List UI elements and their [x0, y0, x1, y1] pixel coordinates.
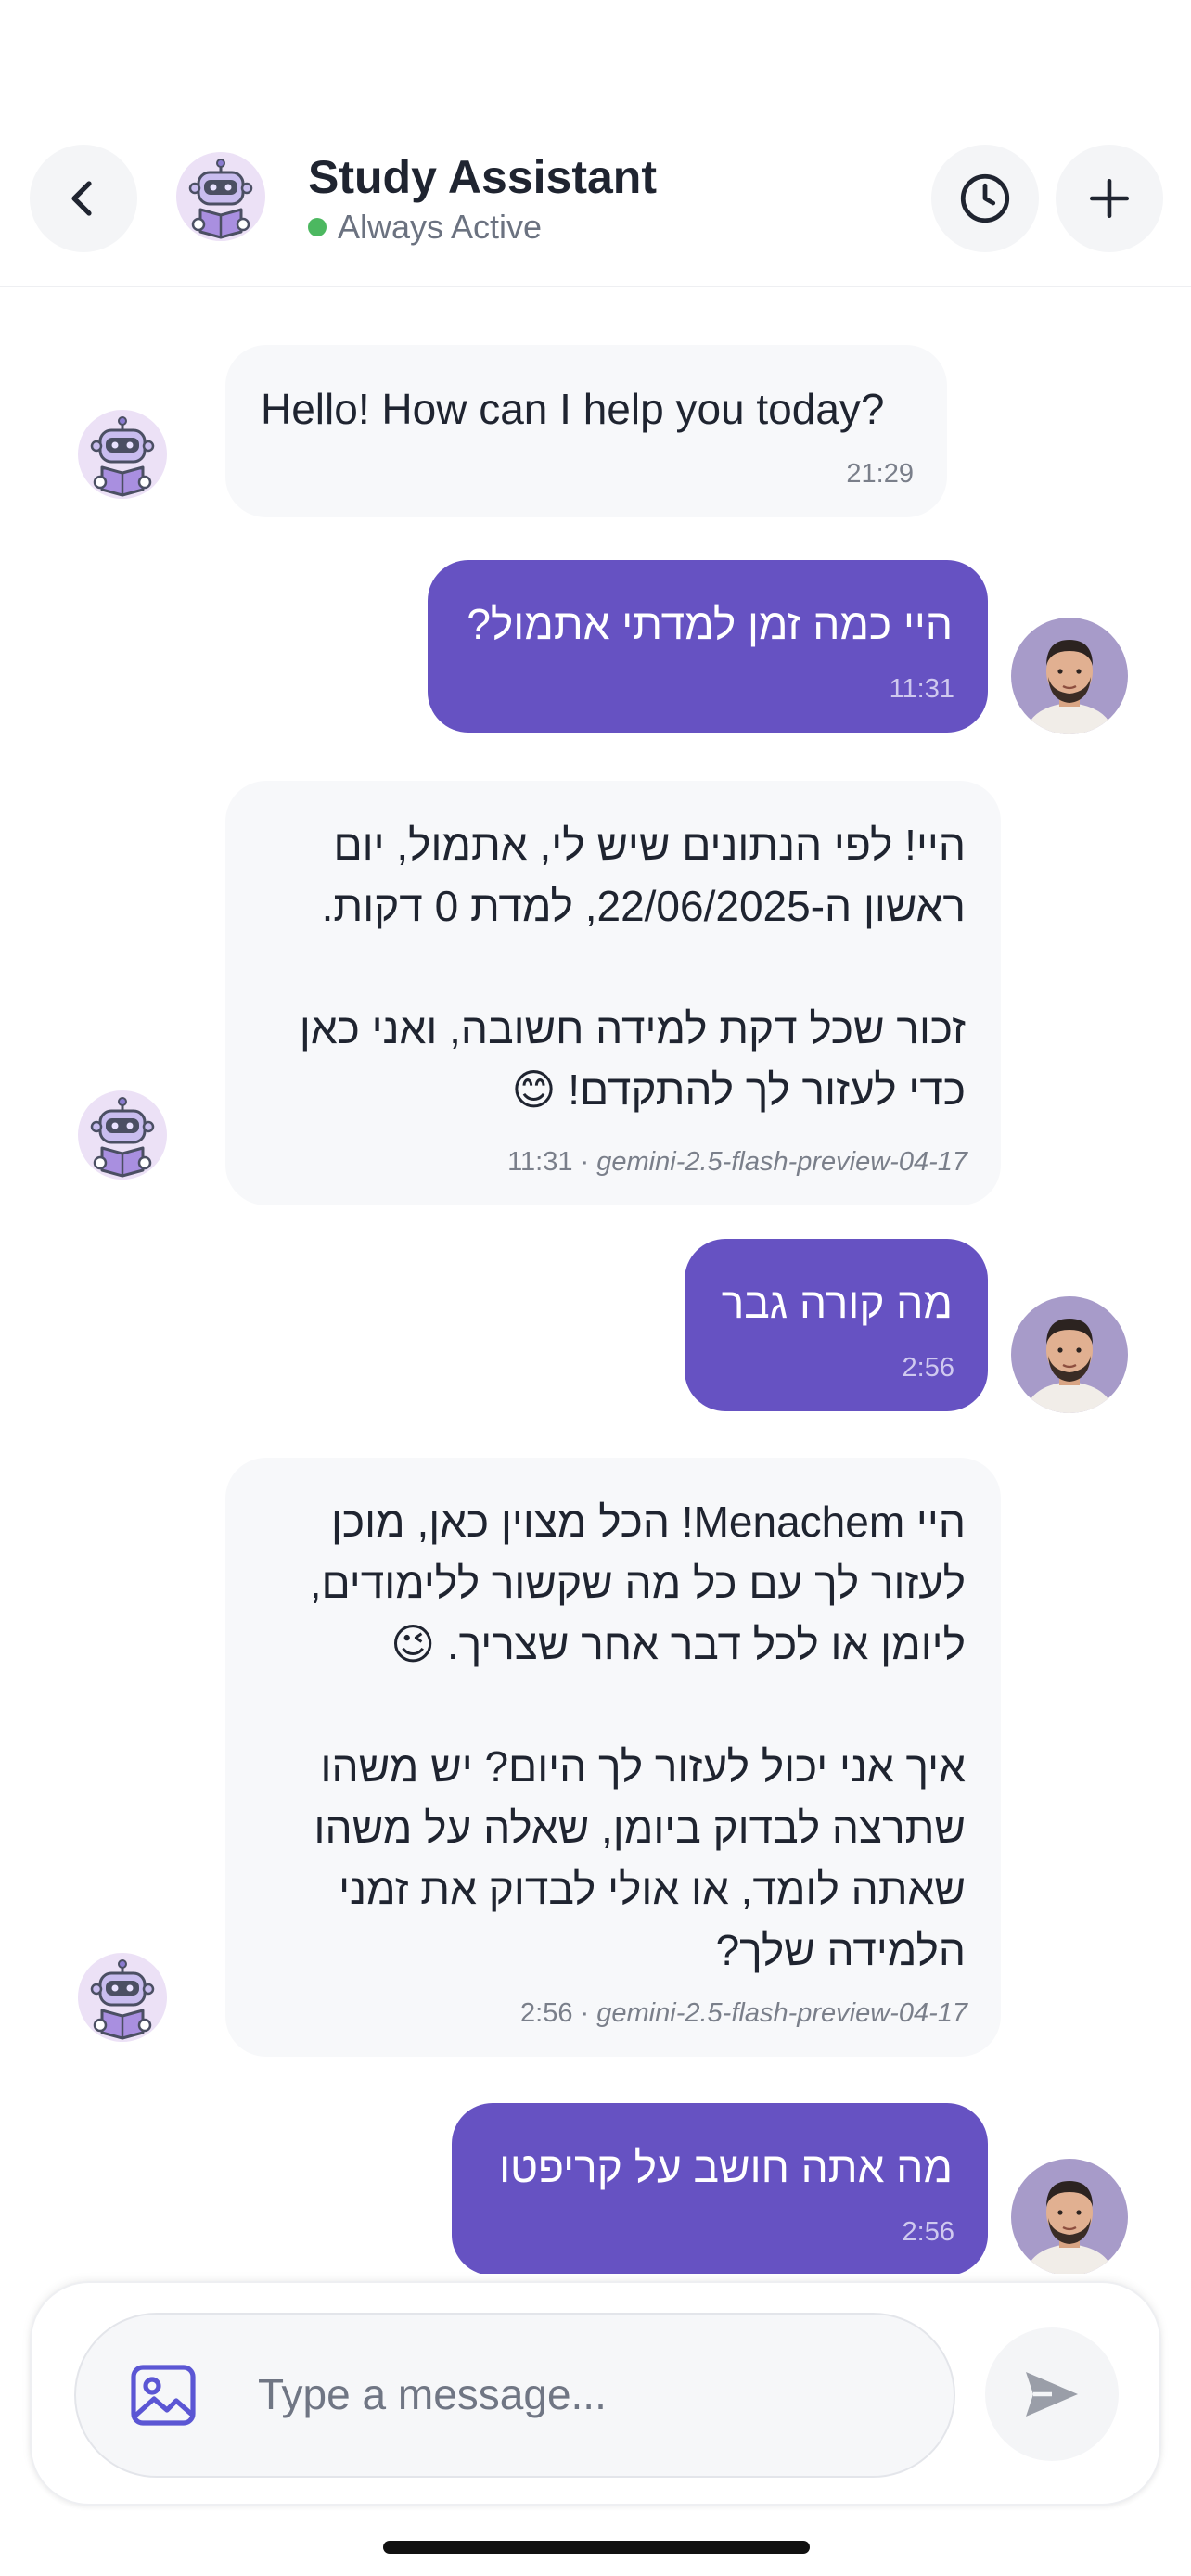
user-message-bubble[interactable]: מה אתה חושב על קריפטו 2:56	[452, 2103, 988, 2274]
message-meta: 2:56	[903, 2217, 954, 2248]
message-list[interactable]: Hello! How can I help you today? 21:29 ה…	[0, 289, 1191, 2274]
message-text: היי! לפי הנתונים שיש לי, אתמול, יום ראשו…	[299, 821, 966, 1114]
user-avatar	[1011, 1296, 1128, 1413]
message-meta: 11:31	[890, 674, 954, 705]
bot-message-bubble[interactable]: Hello! How can I help you today? 21:29	[225, 345, 947, 517]
chat-title-block: Study Assistant Always Active	[308, 148, 657, 247]
robot-avatar-icon	[176, 152, 265, 241]
message-time: 2:56	[902, 1353, 954, 1383]
message-text: מה קורה גבר	[721, 1279, 953, 1327]
send-button[interactable]	[985, 2327, 1119, 2461]
message-meta: 2:56 · gemini-2.5-flash-preview-04-17	[520, 1998, 967, 2028]
message-meta: 2:56	[903, 1353, 954, 1384]
message-time: 21:29	[846, 459, 914, 489]
plus-icon	[1089, 178, 1130, 219]
bot-message-bubble[interactable]: היי Menachem! הכל מצוין כאן, מוכן לעזור …	[225, 1458, 1001, 2057]
bot-message-bubble[interactable]: היי! לפי הנתונים שיש לי, אתמול, יום ראשו…	[225, 781, 1001, 1205]
robot-avatar-icon	[78, 1953, 167, 2042]
message-meta: 11:31 · gemini-2.5-flash-preview-04-17	[507, 1147, 967, 1177]
robot-avatar-icon	[78, 410, 167, 499]
robot-avatar-icon	[78, 1090, 167, 1180]
model-name: gemini-2.5-flash-preview-04-17	[596, 1147, 967, 1177]
user-message-bubble[interactable]: היי כמה זמן למדתי אתמול? 11:31	[428, 560, 988, 733]
user-message-bubble[interactable]: מה קורה גבר 2:56	[685, 1239, 988, 1411]
back-button[interactable]	[30, 145, 137, 252]
message-time: 11:31	[889, 674, 954, 704]
home-indicator	[383, 2541, 810, 2554]
user-avatar	[1011, 618, 1128, 734]
model-name: gemini-2.5-flash-preview-04-17	[596, 1998, 967, 2028]
message-text: Hello! How can I help you today?	[261, 385, 885, 433]
message-text: מה אתה חושב על קריפטו	[499, 2143, 953, 2191]
message-input[interactable]	[258, 2355, 907, 2433]
image-icon[interactable]	[130, 2363, 197, 2428]
status-text: Always Active	[338, 208, 543, 246]
chevron-left-icon	[71, 181, 92, 216]
message-text: היי Menachem! הכל מצוין כאן, מוכן לעזור …	[309, 1498, 966, 1974]
status-row: Always Active	[308, 208, 657, 247]
message-meta: 21:29	[846, 459, 914, 490]
message-time: 2:56	[520, 1998, 573, 2028]
message-time: 2:56	[902, 2217, 954, 2247]
chat-header: Study Assistant Always Active	[0, 139, 1191, 287]
chat-title: Study Assistant	[308, 151, 658, 203]
new-chat-button[interactable]	[1056, 145, 1163, 252]
message-text: היי כמה זמן למדתי אתמול?	[467, 600, 953, 648]
clock-icon	[960, 173, 1010, 223]
history-button[interactable]	[931, 145, 1039, 252]
user-avatar	[1011, 2159, 1128, 2274]
online-status-dot	[308, 218, 327, 236]
message-time: 11:31	[507, 1147, 573, 1177]
send-icon	[1026, 2372, 1078, 2417]
